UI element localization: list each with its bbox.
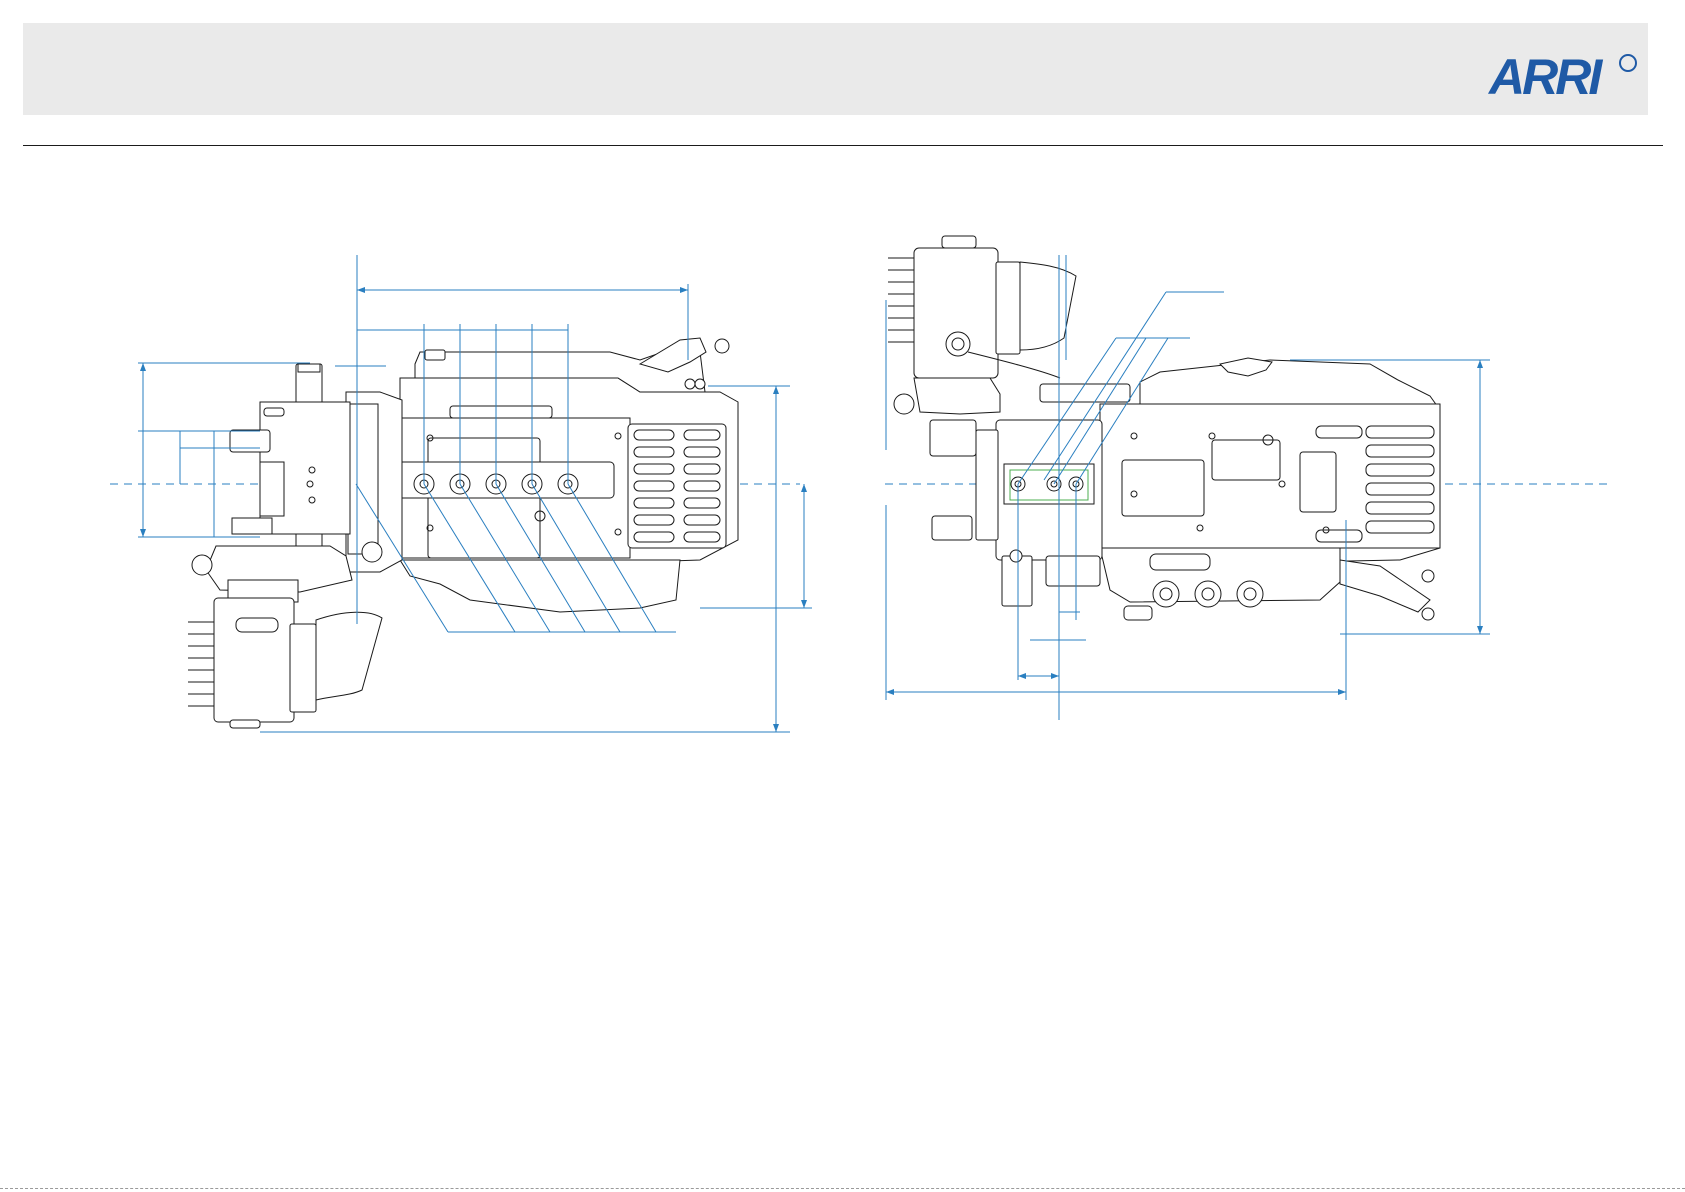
viewfinder-fins <box>888 257 914 343</box>
camera-body <box>345 337 739 613</box>
camera-bottom-view <box>885 235 1610 720</box>
camera-body <box>1099 357 1441 621</box>
footer-dashed-rule <box>0 1188 1685 1189</box>
lens-assembly <box>229 363 351 571</box>
technical-drawing: .ln { stroke: #1a1a1a; stroke-width: 1; … <box>110 235 1610 733</box>
viewfinder-fins <box>188 621 214 707</box>
viewfinder <box>888 235 1131 415</box>
camera-left-side-view <box>110 255 812 733</box>
viewfinder <box>188 545 383 729</box>
vent-grille <box>627 423 727 549</box>
